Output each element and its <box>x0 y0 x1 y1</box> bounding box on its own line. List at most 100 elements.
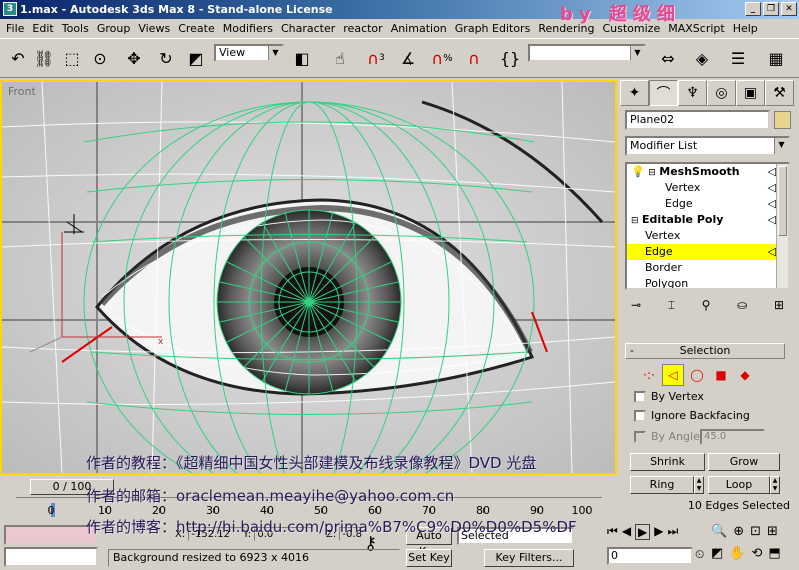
front-viewport[interactable]: x Front <box>0 80 617 475</box>
stack-item-meshsmooth-edge[interactable]: Edge ◁ <box>627 196 788 212</box>
edge-level-icon[interactable]: ◁ <box>662 364 684 386</box>
element-level-icon[interactable]: ◆ <box>734 364 756 386</box>
modifier-list-dropdown[interactable]: Modifier List ▼ <box>625 136 790 156</box>
pin-stack-icon[interactable]: ⊸ <box>631 298 641 312</box>
stack-item-polygon[interactable]: Polygon <box>627 276 788 288</box>
menu-customize[interactable]: Customize <box>598 22 664 35</box>
checkbox-box[interactable] <box>634 431 646 443</box>
by-vertex-checkbox[interactable]: By Vertex <box>634 389 704 405</box>
menu-reactor[interactable]: reactor <box>339 22 386 35</box>
pan-icon[interactable]: ✋ <box>729 546 745 561</box>
undo-icon[interactable]: ↶ <box>4 43 32 73</box>
maxscript-listener[interactable] <box>4 525 98 545</box>
angle-snap-icon[interactable]: ∡ <box>394 43 422 73</box>
menu-animation[interactable]: Animation <box>387 22 451 35</box>
set-key-button[interactable]: Set Key <box>406 549 452 567</box>
prompt-line[interactable] <box>4 547 98 567</box>
manipulate-icon[interactable]: ☝ <box>326 43 354 73</box>
stack-item-meshsmooth-vertex[interactable]: Vertex ◁ <box>627 180 788 196</box>
zoom-extents-all-icon[interactable]: ⊞ <box>767 524 778 539</box>
named-selection-dropdown[interactable]: ▼ <box>528 44 646 62</box>
viewport-label[interactable]: Front <box>8 85 36 98</box>
select-object-icon[interactable]: ⊙ <box>86 43 114 73</box>
stack-item-vertex[interactable]: Vertex <box>627 228 788 244</box>
key-filters-button[interactable]: Key Filters... <box>484 549 574 567</box>
select-region-icon[interactable]: ⬚ <box>58 43 86 73</box>
arc-rotate-icon[interactable]: ⟲ <box>751 546 762 561</box>
stack-item-edge[interactable]: Edge ◁ <box>627 244 788 260</box>
checkbox-box[interactable] <box>634 391 646 403</box>
vertex-level-icon[interactable]: ·:· <box>638 364 660 386</box>
menu-file[interactable]: File <box>2 22 28 35</box>
layer-manager-icon[interactable]: ☰ <box>724 43 752 73</box>
menu-character[interactable]: Character <box>277 22 339 35</box>
selection-rollout-header[interactable]: - Selection <box>625 343 785 359</box>
maximize-viewport-icon[interactable]: ⬒ <box>768 546 780 561</box>
time-config-icon[interactable]: ⏲ <box>695 547 704 562</box>
motion-tab-icon[interactable]: ◎ <box>707 80 736 106</box>
lightbulb-icon[interactable]: 💡 <box>631 165 645 178</box>
play-icon[interactable]: ▶ <box>635 524 651 540</box>
remove-modifier-icon[interactable]: ⛀ <box>737 298 747 312</box>
spinner-snap-icon[interactable]: ∩ <box>460 43 488 73</box>
border-level-icon[interactable]: ◯ <box>686 364 708 386</box>
loop-button[interactable]: Loop <box>708 476 770 494</box>
stack-item-meshsmooth[interactable]: 💡 ⊟ MeshSmooth ◁ <box>627 164 788 180</box>
zoom-extents-icon[interactable]: ⊡ <box>750 524 761 539</box>
pivot-icon[interactable]: ◧ <box>288 43 316 73</box>
checkbox-box[interactable] <box>634 410 646 422</box>
curve-editor-icon[interactable]: ▦ <box>762 43 790 73</box>
menu-rendering[interactable]: Rendering <box>534 22 598 35</box>
align-icon[interactable]: ◈ <box>688 43 716 73</box>
reference-coordinate-dropdown[interactable]: View ▼ <box>214 44 284 62</box>
zoom-all-icon[interactable]: ⊕ <box>733 524 744 539</box>
menu-help[interactable]: Help <box>729 22 762 35</box>
mirror-icon[interactable]: ⇔ <box>654 43 682 73</box>
go-to-end-icon[interactable]: ⏭ <box>668 524 679 540</box>
snap-toggle-icon[interactable]: ∩ 3 <box>362 43 390 73</box>
go-to-start-icon[interactable]: ⏮ <box>607 524 618 540</box>
menu-views[interactable]: Views <box>134 22 174 35</box>
zoom-icon[interactable]: 🔍 <box>711 524 727 539</box>
select-link-icon[interactable]: ⛓ <box>30 43 58 73</box>
menu-edit[interactable]: Edit <box>28 22 57 35</box>
stack-scrollbar-thumb[interactable] <box>778 166 787 236</box>
next-frame-icon[interactable]: ▶ <box>654 524 663 540</box>
shrink-button[interactable]: Shrink <box>630 453 705 471</box>
by-angle-checkbox[interactable]: By Angle: <box>634 429 704 445</box>
grow-button[interactable]: Grow <box>708 453 780 471</box>
maximize-button[interactable]: ❐ <box>763 2 779 16</box>
configure-sets-icon[interactable]: ⊞ <box>774 298 784 312</box>
edit-named-selection-icon[interactable]: {} <box>496 43 524 73</box>
object-name-field[interactable]: Plane02 <box>625 110 770 130</box>
show-end-result-icon[interactable]: ⌶ <box>668 298 675 313</box>
field-of-view-icon[interactable]: ◩ <box>711 546 723 561</box>
ignore-backfacing-checkbox[interactable]: Ignore Backfacing <box>634 408 750 424</box>
stack-scrollbar[interactable] <box>776 164 788 288</box>
loop-spinner-arrows[interactable]: ▲ ▼ <box>770 476 780 494</box>
ring-spinner-arrows[interactable]: ▲ ▼ <box>694 476 704 494</box>
rotate-icon[interactable]: ↻ <box>152 43 180 73</box>
minimize-button[interactable]: _ <box>745 2 761 16</box>
polygon-level-icon[interactable]: ■ <box>710 364 732 386</box>
menu-maxscript[interactable]: MAXScript <box>664 22 728 35</box>
display-tab-icon[interactable]: ▣ <box>736 80 765 106</box>
hierarchy-tab-icon[interactable]: ♆ <box>678 80 707 106</box>
close-button[interactable]: ✕ <box>781 2 797 16</box>
current-frame-field[interactable]: 0 <box>607 547 693 565</box>
modify-tab-icon[interactable]: ⌒ <box>649 80 678 106</box>
stack-item-editable-poly[interactable]: ⊟ Editable Poly ◁ <box>627 212 788 228</box>
move-icon[interactable]: ✥ <box>120 43 148 73</box>
object-color-swatch[interactable] <box>774 111 791 129</box>
stack-item-border[interactable]: Border <box>627 260 788 276</box>
utilities-tab-icon[interactable]: ⚒ <box>765 80 794 106</box>
menu-graph-editors[interactable]: Graph Editors <box>451 22 535 35</box>
create-tab-icon[interactable]: ✦ <box>620 80 649 106</box>
angle-spinner[interactable]: 45.0 <box>700 429 765 445</box>
menu-tools[interactable]: Tools <box>58 22 93 35</box>
menu-create[interactable]: Create <box>174 22 219 35</box>
scale-icon[interactable]: ◩ <box>182 43 210 73</box>
previous-frame-icon[interactable]: ◀ <box>622 524 631 540</box>
modifier-stack[interactable]: 💡 ⊟ MeshSmooth ◁ Vertex ◁ Edge ◁ ⊟ Edita… <box>625 162 790 290</box>
percent-snap-icon[interactable]: ∩% <box>428 43 456 73</box>
